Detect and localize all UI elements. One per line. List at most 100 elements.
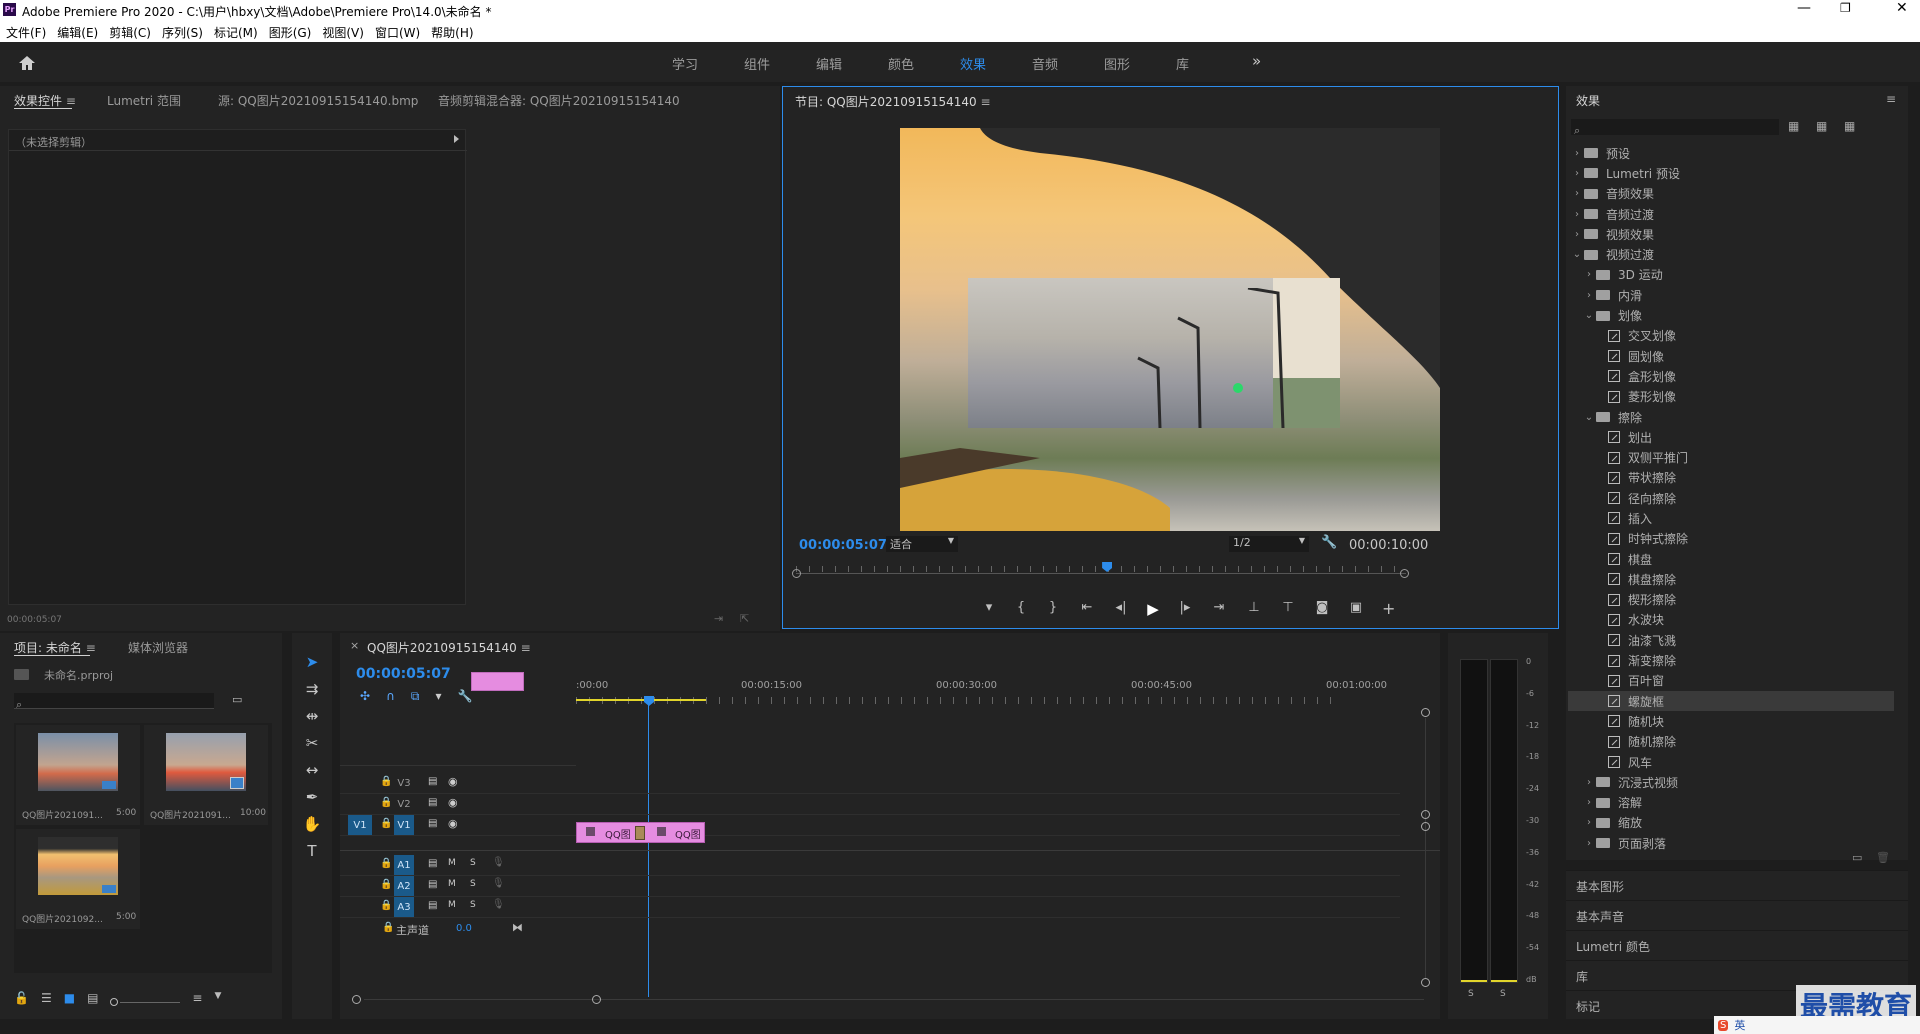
effect-item[interactable]: 随机擦除 bbox=[1568, 732, 1894, 752]
lift-icon[interactable]: ⊥ bbox=[1237, 600, 1271, 620]
resolution-dropdown[interactable]: 1/2 ▼ bbox=[1229, 536, 1309, 552]
fit-dropdown[interactable]: 适合 ▼ bbox=[886, 536, 958, 552]
workspace-tab[interactable]: 库 bbox=[1176, 54, 1248, 73]
sync-lock-icon[interactable]: ▤ bbox=[428, 900, 437, 911]
add-marker-icon[interactable]: ▾ bbox=[435, 689, 441, 704]
timeline-settings-icon[interactable]: 🔧 bbox=[457, 689, 472, 704]
hand-tool-icon[interactable]: ✋ bbox=[303, 815, 322, 833]
home-icon[interactable] bbox=[18, 55, 36, 71]
effect-item[interactable]: 风车 bbox=[1568, 752, 1894, 772]
timeline-clip[interactable] bbox=[471, 672, 524, 691]
expand-triangle-icon[interactable] bbox=[454, 135, 459, 143]
effect-item[interactable]: 时钟式擦除 bbox=[1568, 529, 1894, 549]
chevron-right-icon[interactable]: › bbox=[1570, 229, 1584, 240]
wrench-icon[interactable]: 🔧 bbox=[1321, 535, 1337, 550]
workspace-tab[interactable]: 编辑 bbox=[816, 54, 888, 73]
timeline-clip[interactable]: QQ图 QQ图 bbox=[576, 822, 705, 843]
restore-icon[interactable]: ❐ bbox=[1840, 1, 1851, 15]
chevron-down-icon[interactable]: ⌄ bbox=[1582, 310, 1596, 321]
menu-item[interactable]: 文件(F) bbox=[6, 24, 46, 41]
effect-item[interactable]: 水波块 bbox=[1568, 610, 1894, 630]
lock-icon[interactable]: 🔒 bbox=[380, 797, 392, 808]
source-patch[interactable]: V1 bbox=[348, 815, 372, 835]
nest-icon[interactable]: ✣ bbox=[360, 689, 370, 704]
menu-item[interactable]: 窗口(W) bbox=[375, 24, 420, 41]
export-frame-icon[interactable]: ⇥ bbox=[714, 612, 723, 625]
solo-button[interactable]: S bbox=[470, 900, 476, 910]
extract-icon[interactable]: ⊤ bbox=[1271, 600, 1305, 620]
timeline-timecode[interactable]: 00:00:05:07 bbox=[356, 666, 451, 682]
tab-lumetri-scopes[interactable]: Lumetri 范围 bbox=[107, 92, 181, 109]
chevron-right-icon[interactable]: › bbox=[1582, 290, 1596, 301]
effects-folder[interactable]: › 视频效果 bbox=[1568, 224, 1894, 244]
collapsed-panel-header[interactable]: 基本声音 bbox=[1566, 900, 1908, 930]
effects-folder[interactable]: › 内滑 bbox=[1568, 285, 1894, 305]
sync-lock-icon[interactable]: ▤ bbox=[428, 879, 437, 890]
menu-item[interactable]: 视图(V) bbox=[322, 24, 364, 41]
lock-icon[interactable]: 🔒 bbox=[380, 776, 392, 787]
lock-icon[interactable]: 🔒 bbox=[380, 900, 392, 911]
new-bin-icon[interactable]: ▭ bbox=[232, 693, 242, 706]
mute-button[interactable]: M bbox=[448, 879, 456, 889]
freeform-view-icon[interactable]: ▤ bbox=[87, 991, 98, 1005]
effects-folder[interactable]: › 页面剥落 bbox=[1568, 833, 1894, 853]
master-volume[interactable]: 0.0 bbox=[456, 923, 472, 934]
effects-folder[interactable]: › 音频过渡 bbox=[1568, 204, 1894, 224]
yuv-effects-icon[interactable]: ▦ bbox=[1844, 119, 1855, 133]
new-bin-icon[interactable]: ▭ bbox=[1852, 851, 1862, 864]
type-tool-icon[interactable]: T bbox=[307, 842, 316, 860]
project-item[interactable]: QQ图片2021091... 5:00 bbox=[16, 725, 140, 825]
solo-button[interactable]: S bbox=[470, 879, 476, 889]
tab-effect-controls[interactable]: 效果控件 ≡ bbox=[14, 92, 76, 109]
collapsed-panel-header[interactable]: Lumetri 颜色 bbox=[1566, 930, 1908, 960]
selection-tool-icon[interactable]: ➤ bbox=[306, 653, 319, 671]
track-select-tool-icon[interactable]: ⇉ bbox=[306, 680, 319, 698]
workspace-tab[interactable]: 图形 bbox=[1104, 54, 1176, 73]
chevron-down-icon[interactable]: ⌄ bbox=[1570, 249, 1584, 260]
program-scrubber[interactable] bbox=[792, 562, 1409, 582]
track-target[interactable]: V1 bbox=[394, 815, 414, 835]
step-forward-icon[interactable]: |▸ bbox=[1169, 600, 1201, 620]
effects-folder[interactable]: ⌄ 擦除 bbox=[1568, 407, 1894, 427]
chevron-right-icon[interactable]: › bbox=[1570, 209, 1584, 220]
minimize-icon[interactable]: — bbox=[1797, 0, 1811, 16]
effect-item[interactable]: 插入 bbox=[1568, 508, 1894, 528]
step-back-icon[interactable]: ◂| bbox=[1105, 600, 1137, 620]
effects-folder[interactable]: › 音频效果 bbox=[1568, 184, 1894, 204]
program-timecode[interactable]: 00:00:05:07 bbox=[799, 538, 887, 553]
sequence-tab[interactable]: QQ图片20210915154140 ≡ bbox=[367, 639, 531, 656]
32bit-effects-icon[interactable]: ▦ bbox=[1816, 119, 1827, 133]
chevron-right-icon[interactable]: › bbox=[1582, 269, 1596, 280]
effect-item[interactable]: 百叶窗 bbox=[1568, 671, 1894, 691]
tab-source[interactable]: 源: QQ图片20210915154140.bmp bbox=[218, 92, 418, 109]
slip-tool-icon[interactable]: ↔ bbox=[306, 761, 319, 779]
track-target[interactable]: V3 bbox=[394, 773, 414, 793]
sort-icon[interactable]: ≡ bbox=[192, 991, 202, 1005]
microphone-icon[interactable]: 🎙 bbox=[492, 878, 505, 889]
panel-menu-icon[interactable]: ≡ bbox=[1886, 92, 1896, 106]
mute-button[interactable]: M bbox=[448, 858, 456, 868]
snap-magnet-icon[interactable]: ∩ bbox=[386, 689, 395, 704]
microphone-icon[interactable]: 🎙 bbox=[492, 899, 505, 910]
effect-item[interactable]: 划出 bbox=[1568, 427, 1894, 447]
share-icon[interactable]: ⇱ bbox=[740, 612, 749, 625]
work-area-bar[interactable] bbox=[576, 699, 706, 701]
project-item[interactable]: QQ图片2021092... 5:00 bbox=[16, 829, 140, 929]
icon-view-icon[interactable]: ■ bbox=[64, 991, 75, 1005]
add-button-icon[interactable]: + bbox=[1382, 599, 1395, 618]
collapsed-panel-header[interactable]: 基本图形 bbox=[1566, 870, 1908, 900]
add-marker-icon[interactable]: ▾ bbox=[973, 600, 1005, 620]
eye-icon[interactable]: ◉ bbox=[448, 817, 458, 830]
effect-item[interactable]: 棋盘擦除 bbox=[1568, 569, 1894, 589]
effects-folder[interactable]: › Lumetri 预设 bbox=[1568, 163, 1894, 183]
sync-lock-icon[interactable]: ▤ bbox=[428, 858, 437, 869]
track-target[interactable]: V2 bbox=[394, 794, 414, 814]
go-to-out-icon[interactable]: ⇥ bbox=[1201, 600, 1237, 620]
lock-icon[interactable]: 🔓 bbox=[14, 991, 29, 1005]
eye-icon[interactable]: ◉ bbox=[448, 796, 458, 809]
effects-folder[interactable]: ⌄ 划像 bbox=[1568, 305, 1894, 325]
effects-folder[interactable]: › 3D 运动 bbox=[1568, 265, 1894, 285]
effects-search-input[interactable]: ⌕ bbox=[1571, 119, 1779, 137]
sync-lock-icon[interactable]: ▤ bbox=[428, 776, 437, 787]
razor-tool-icon[interactable]: ✂ bbox=[306, 734, 319, 752]
